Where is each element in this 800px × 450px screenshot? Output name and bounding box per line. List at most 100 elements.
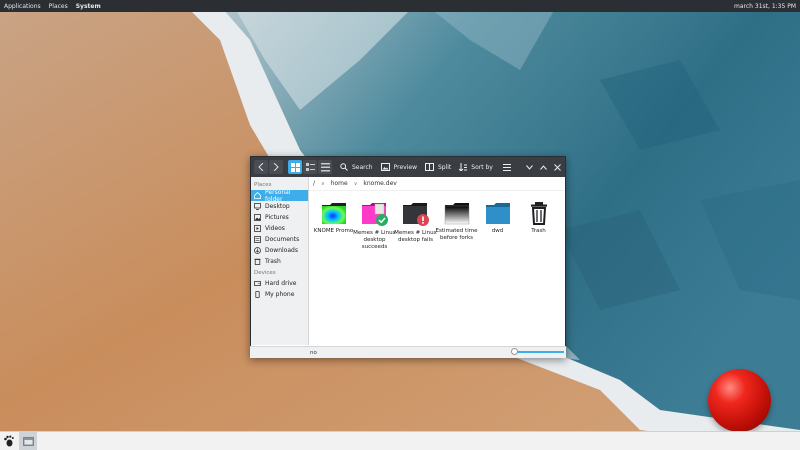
sidebar-item-label: Documents <box>265 236 300 243</box>
blue-folder-icon <box>485 203 510 224</box>
maximize-button[interactable] <box>538 164 548 170</box>
phone-icon <box>255 291 260 298</box>
details-view-button[interactable] <box>318 160 332 174</box>
sidebar-item-documents[interactable]: Documents <box>251 234 308 245</box>
file-grid: KNOME Promo Memes # Linux desktop succee… <box>309 191 565 251</box>
applications-menu[interactable]: Applications <box>0 3 45 10</box>
file-label: dwd <box>491 228 504 234</box>
icon-grid-icon <box>290 162 300 172</box>
videos-icon <box>254 225 261 232</box>
file-label: Memes # Linux desktop succeeds <box>353 230 396 250</box>
file-item-trash[interactable]: Trash <box>518 201 559 251</box>
file-item-estimated-time[interactable]: Estimated time before forks <box>436 201 477 251</box>
back-button[interactable] <box>254 160 268 174</box>
preview-button[interactable]: Preview <box>380 163 417 171</box>
bottom-panel <box>0 431 800 450</box>
sidebar-item-desktop[interactable]: Desktop <box>251 201 308 212</box>
breadcrumb-home[interactable]: home <box>331 180 348 187</box>
icon-view-button[interactable] <box>288 160 302 174</box>
split-button[interactable]: Split <box>424 163 452 171</box>
sidebar-item-label: Trash <box>265 258 281 265</box>
gradient-folder-icon <box>444 203 469 225</box>
preview-icon <box>380 163 390 171</box>
file-label: KNOME Promo <box>313 228 354 234</box>
search-button[interactable]: Search <box>340 163 373 171</box>
close-button[interactable] <box>552 163 562 171</box>
hamburger-menu-button[interactable] <box>502 163 512 171</box>
sidebar-item-label: Hard drive <box>265 280 297 287</box>
file-item-memes-fails[interactable]: Memes # Linux desktop fails <box>394 201 437 251</box>
chevron-right-icon: ∨ <box>321 180 325 187</box>
gnome-foot-icon <box>4 435 14 447</box>
sidebar-item-label: Videos <box>265 225 285 232</box>
sidebar-item-hard-drive[interactable]: Hard drive <box>251 278 308 289</box>
file-item-memes-succeeds[interactable]: Memes # Linux desktop succeeds <box>353 201 396 251</box>
chevron-right-icon: ∨ <box>353 180 358 187</box>
window-toolbar: Search Preview Split Sort by <box>251 157 565 177</box>
preview-label: Preview <box>393 163 417 171</box>
file-manager-window: Search Preview Split Sort by Places Pers… <box>250 156 566 358</box>
sidebar-item-label: My phone <box>265 291 295 298</box>
sidebar-item-label: Downloads <box>265 247 298 254</box>
hard-drive-icon <box>254 281 261 286</box>
start-menu-button[interactable] <box>0 432 18 450</box>
search-label: Search <box>352 163 373 171</box>
file-manager-icon <box>22 436 34 446</box>
sort-icon <box>459 163 468 171</box>
compact-view-button[interactable] <box>303 160 317 174</box>
taskbar-file-manager[interactable] <box>19 432 37 450</box>
sidebar-item-downloads[interactable]: Downloads <box>251 245 308 256</box>
documents-icon <box>254 236 261 243</box>
sort-button[interactable]: Sort by <box>459 163 493 171</box>
chevron-down-icon <box>525 164 533 170</box>
desktop-icon <box>254 203 261 210</box>
zoom-slider-track[interactable] <box>512 351 564 353</box>
close-icon <box>553 163 561 171</box>
chevron-left-icon <box>258 163 264 171</box>
file-view: / ∨ home ∨ knome.dev KNOME Promo Memes #… <box>309 177 565 345</box>
sidebar-item-pictures[interactable]: Pictures <box>251 212 308 223</box>
forward-button[interactable] <box>269 160 283 174</box>
pink-folder-check-icon <box>361 203 388 226</box>
split-label: Split <box>437 163 452 171</box>
pictures-icon <box>254 214 261 221</box>
sidebar-item-label: Desktop <box>265 203 290 210</box>
status-text: no <box>310 349 317 356</box>
chevron-right-icon <box>273 163 279 171</box>
sort-label: Sort by <box>471 163 493 171</box>
search-icon <box>340 163 348 171</box>
devices-heading: Devices <box>254 270 276 276</box>
compact-list-icon <box>305 162 315 171</box>
sidebar-item-label: Personal folder <box>265 188 291 203</box>
trash-icon <box>254 258 261 265</box>
file-label: Trash <box>531 228 546 234</box>
sidebar-item-trash[interactable]: Trash <box>251 256 308 267</box>
downloads-icon <box>254 247 261 254</box>
file-label: Memes # Linux desktop fails <box>394 230 437 243</box>
clock[interactable]: march 31st, 1:35 PM <box>734 3 800 10</box>
dark-folder-error-icon <box>402 203 429 226</box>
details-list-icon <box>320 162 330 171</box>
places-menu[interactable]: Places <box>45 3 72 10</box>
breadcrumb: / ∨ home ∨ knome.dev <box>309 177 565 191</box>
hamburger-icon <box>503 163 511 171</box>
red-ball-widget <box>708 369 771 432</box>
file-item-dwd[interactable]: dwd <box>477 201 518 251</box>
chevron-up-icon <box>539 164 547 170</box>
sidebar-item-my-phone[interactable]: My phone <box>251 289 308 300</box>
places-sidebar: Places Personal folder Desktop Pictures … <box>251 177 309 345</box>
file-label: Estimated time before forks <box>435 228 478 241</box>
sidebar-item-personal-folder[interactable]: Personal folder <box>251 188 308 203</box>
sidebar-item-label: Pictures <box>265 214 289 221</box>
image-folder-icon <box>321 203 346 224</box>
split-icon <box>424 163 434 171</box>
home-icon <box>254 192 261 199</box>
breadcrumb-current[interactable]: knome.dev <box>363 180 396 187</box>
top-panel: Applications Places System march 31st, 1… <box>0 0 800 12</box>
system-menu[interactable]: System <box>72 3 105 10</box>
trash-icon <box>530 202 547 225</box>
file-item-knome-promo[interactable]: KNOME Promo <box>313 201 354 251</box>
sidebar-item-videos[interactable]: Videos <box>251 223 308 234</box>
breadcrumb-root[interactable]: / <box>313 180 315 187</box>
minimize-button[interactable] <box>524 164 534 170</box>
